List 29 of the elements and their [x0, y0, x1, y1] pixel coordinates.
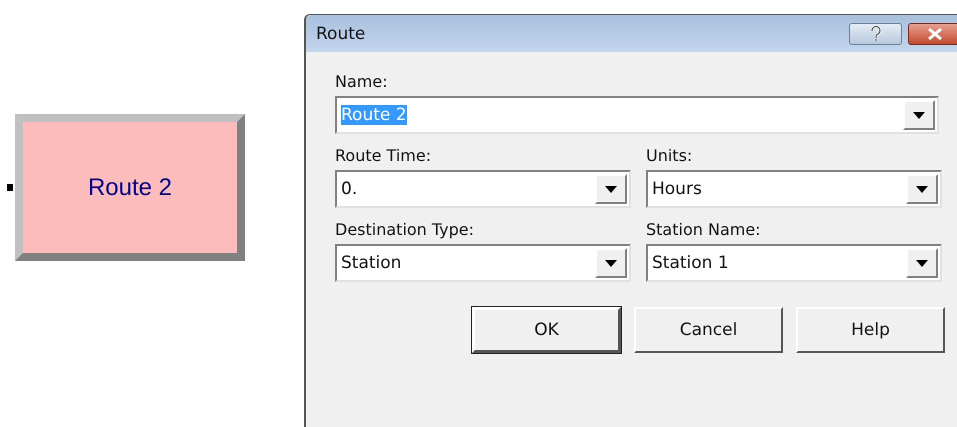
dialog-title: Route: [316, 24, 366, 44]
dialog-button[interactable]: OK: [472, 307, 621, 353]
caret-icon: [916, 260, 928, 266]
dialog-button[interactable]: Help: [796, 307, 945, 353]
combo-box[interactable]: Station: [335, 244, 631, 282]
field-label: Destination Type:: [335, 218, 476, 240]
close-icon: [927, 28, 943, 40]
field-label: Units:: [646, 144, 694, 166]
help-button[interactable]: [849, 22, 902, 44]
field-label: Route Time:: [335, 144, 432, 166]
dropdown-button[interactable]: [906, 248, 938, 278]
caret-icon: [913, 112, 925, 118]
route-module[interactable]: Route 2: [15, 114, 245, 261]
field-label: Name:: [335, 70, 389, 92]
dialog-button[interactable]: Cancel: [634, 307, 783, 353]
combo-box[interactable]: Hours: [646, 170, 942, 208]
module-label: Route 2: [88, 174, 172, 202]
field-label: Station Name:: [646, 218, 762, 240]
close-button[interactable]: [908, 22, 957, 44]
question-icon: [868, 26, 882, 42]
combo-box[interactable]: 0.: [335, 170, 631, 208]
dropdown-button[interactable]: [906, 174, 938, 204]
dropdown-button[interactable]: [595, 174, 627, 204]
caret-icon: [605, 260, 617, 266]
caret-icon: [605, 186, 617, 192]
dropdown-button[interactable]: [903, 100, 935, 130]
dropdown-button[interactable]: [595, 248, 627, 278]
combo-box[interactable]: Station 1: [646, 244, 942, 282]
caret-icon: [916, 186, 928, 192]
